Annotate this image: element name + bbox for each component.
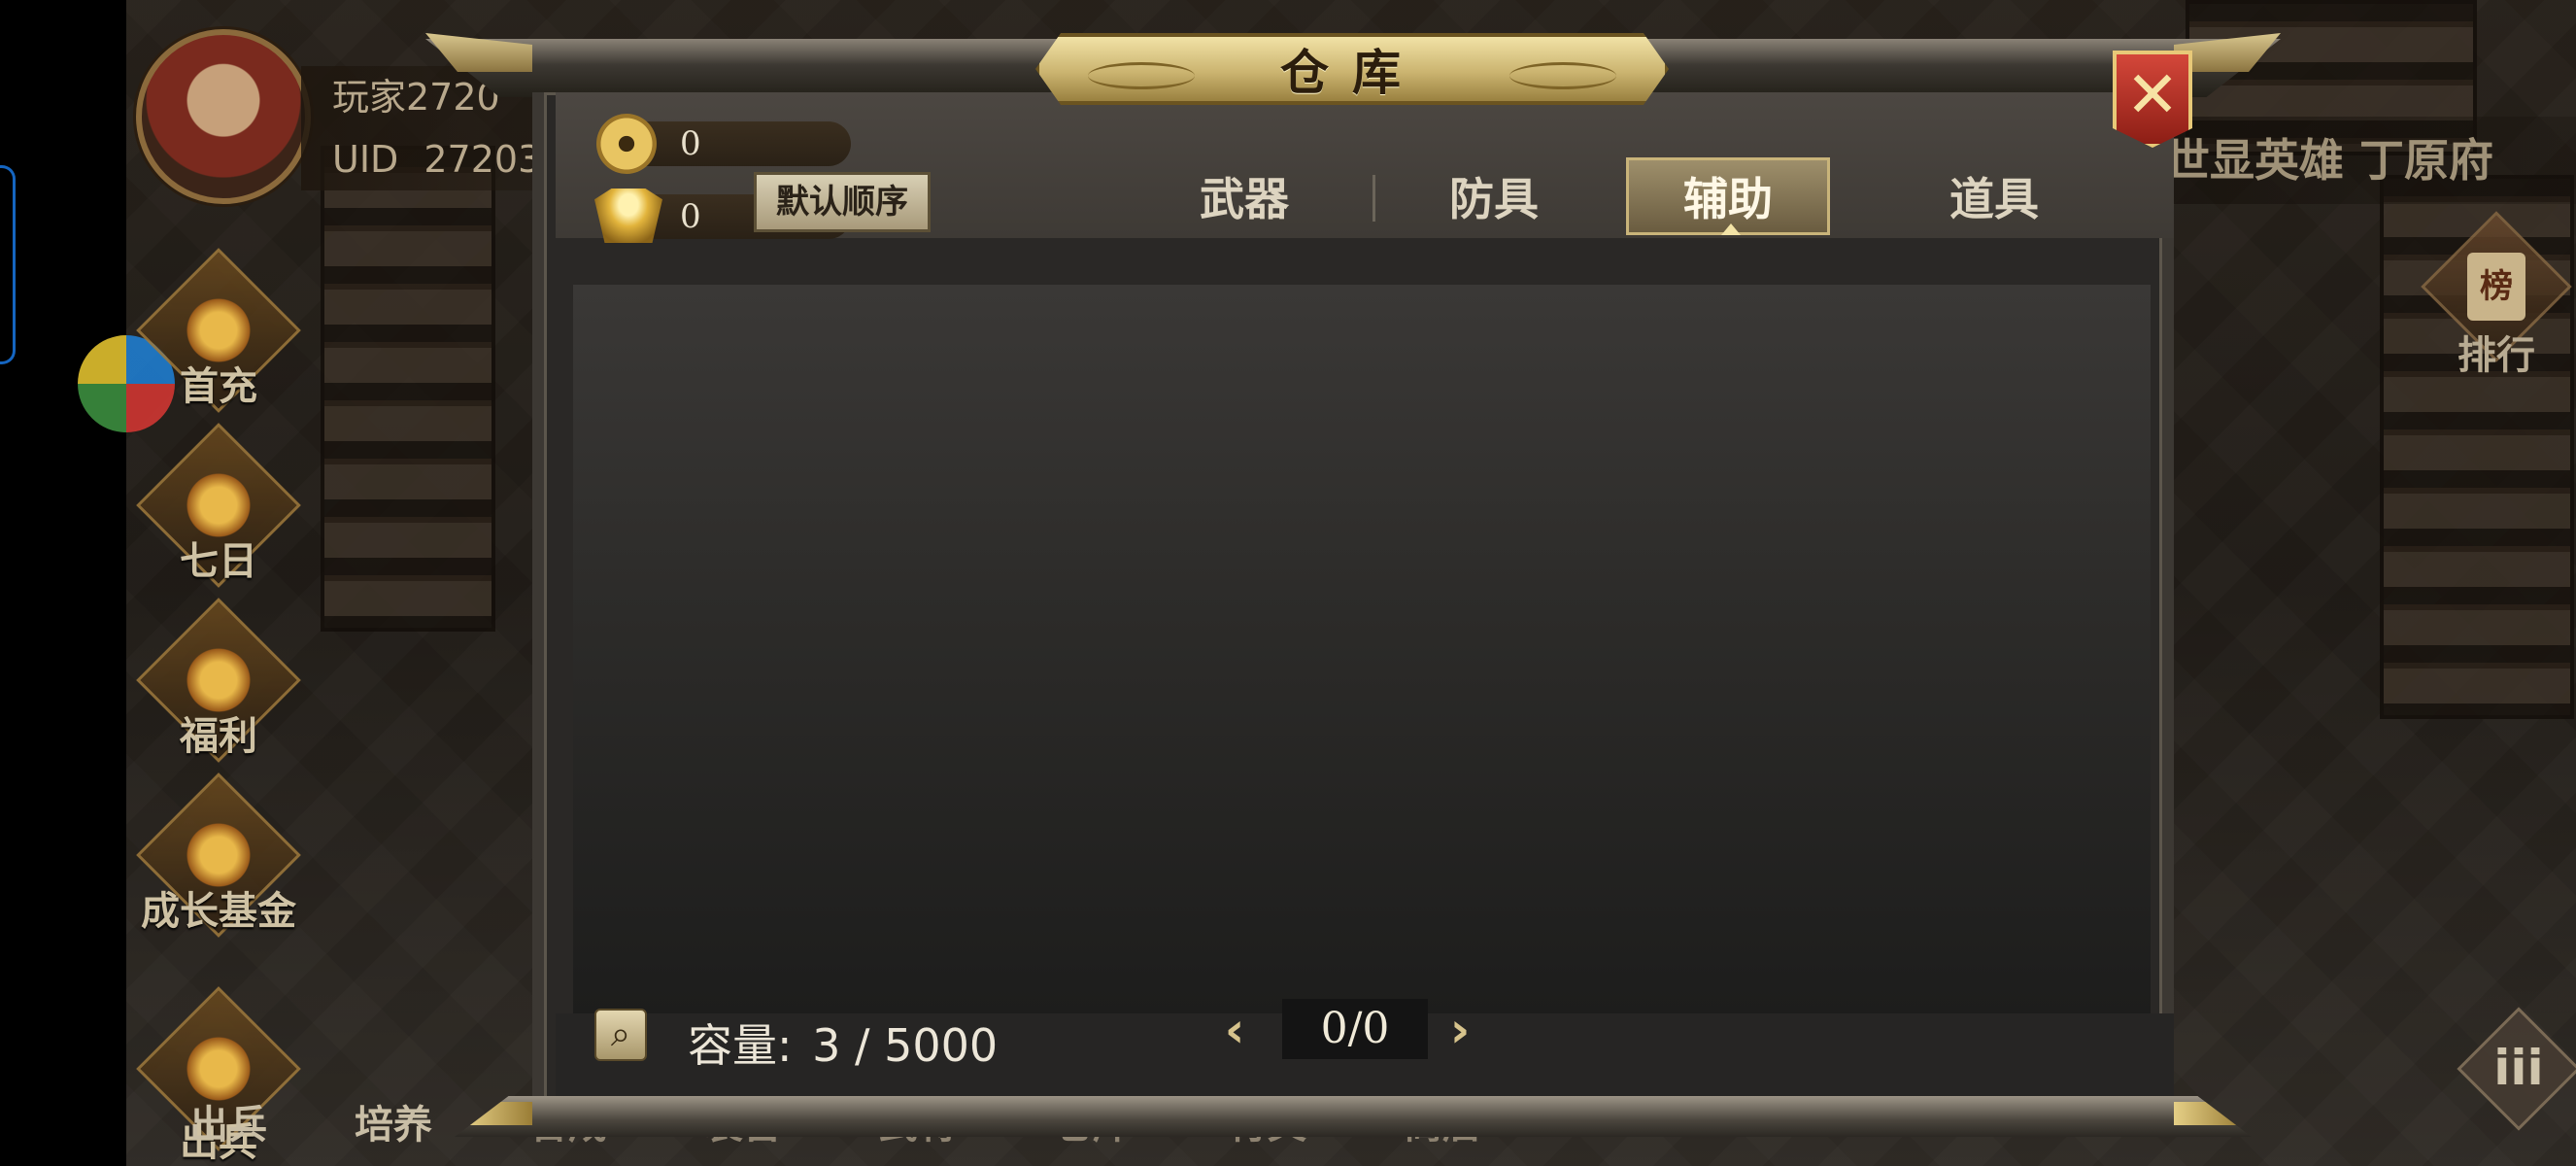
ranking-button[interactable]: 榜 排行	[2419, 211, 2574, 384]
dialog-frame-bottom	[455, 1096, 2252, 1137]
prev-page-button[interactable]: ‹	[1212, 1001, 1257, 1059]
tab-items[interactable]: 道具	[1892, 160, 2096, 238]
close-icon: ✕	[2125, 57, 2180, 132]
warehouse-dialog: 0 0 默认顺序 武器 防具 辅助 道具 仓库 ✕ ⌕ 容量: 3 / 5000…	[425, 33, 2281, 1137]
side-welfare[interactable]: 福利	[136, 598, 301, 772]
ranking-label: 排行	[2457, 332, 2535, 378]
player-avatar[interactable]	[136, 29, 311, 204]
edge-indicator	[0, 165, 16, 364]
search-button[interactable]: ⌕	[594, 1009, 647, 1061]
capacity-label: 容量:	[688, 1019, 793, 1072]
side-label: 成长基金	[141, 888, 296, 934]
tab-divider	[1373, 175, 1375, 222]
menu-icon: iii	[2493, 1040, 2544, 1096]
dialog-title-plate: 仓库	[1035, 33, 1669, 105]
next-page-button[interactable]: ›	[1438, 1001, 1482, 1059]
page-indicator: 0/0	[1282, 999, 1428, 1059]
copper-coin-icon	[596, 114, 657, 174]
item-grid-area[interactable]	[573, 285, 2151, 1013]
default-sort-button[interactable]: 默认顺序	[754, 172, 931, 232]
gold-ingot-icon	[594, 189, 662, 243]
gold-amount: 0	[680, 197, 701, 236]
tab-auxiliary[interactable]: 辅助	[1626, 157, 1830, 235]
side-seven-days[interactable]: 七日	[136, 423, 301, 598]
side-growth-fund[interactable]: 成长基金	[136, 772, 301, 947]
capacity-display: 容量: 3 / 5000	[688, 1011, 998, 1075]
main-menu-button[interactable]: iii	[2457, 1007, 2576, 1131]
ranking-icon: 榜	[2467, 253, 2525, 321]
dialog-title: 仓库	[1280, 44, 1424, 101]
dialog-panel	[532, 92, 2174, 1103]
side-label: 首充	[180, 363, 257, 409]
uid-label: UID	[332, 138, 399, 181]
capacity-value: 3 / 5000	[812, 1019, 999, 1072]
copper-currency: 0	[596, 114, 851, 174]
side-label: 福利	[180, 713, 257, 759]
magnifier-icon: ⌕	[610, 1014, 631, 1054]
tab-armor[interactable]: 防具	[1392, 160, 1596, 238]
side-label: 七日	[180, 538, 257, 584]
side-first-recharge[interactable]: 首充	[136, 248, 301, 423]
copper-amount: 0	[680, 124, 701, 163]
location-title: 世显英雄 丁原府	[2161, 117, 2576, 204]
bottom-item-train[interactable]: 培养	[321, 1093, 466, 1149]
bottom-item-deploy[interactable]: 出兵	[155, 1093, 301, 1149]
close-button[interactable]: ✕	[2113, 51, 2192, 148]
tab-weapons[interactable]: 武器	[1142, 160, 1346, 238]
